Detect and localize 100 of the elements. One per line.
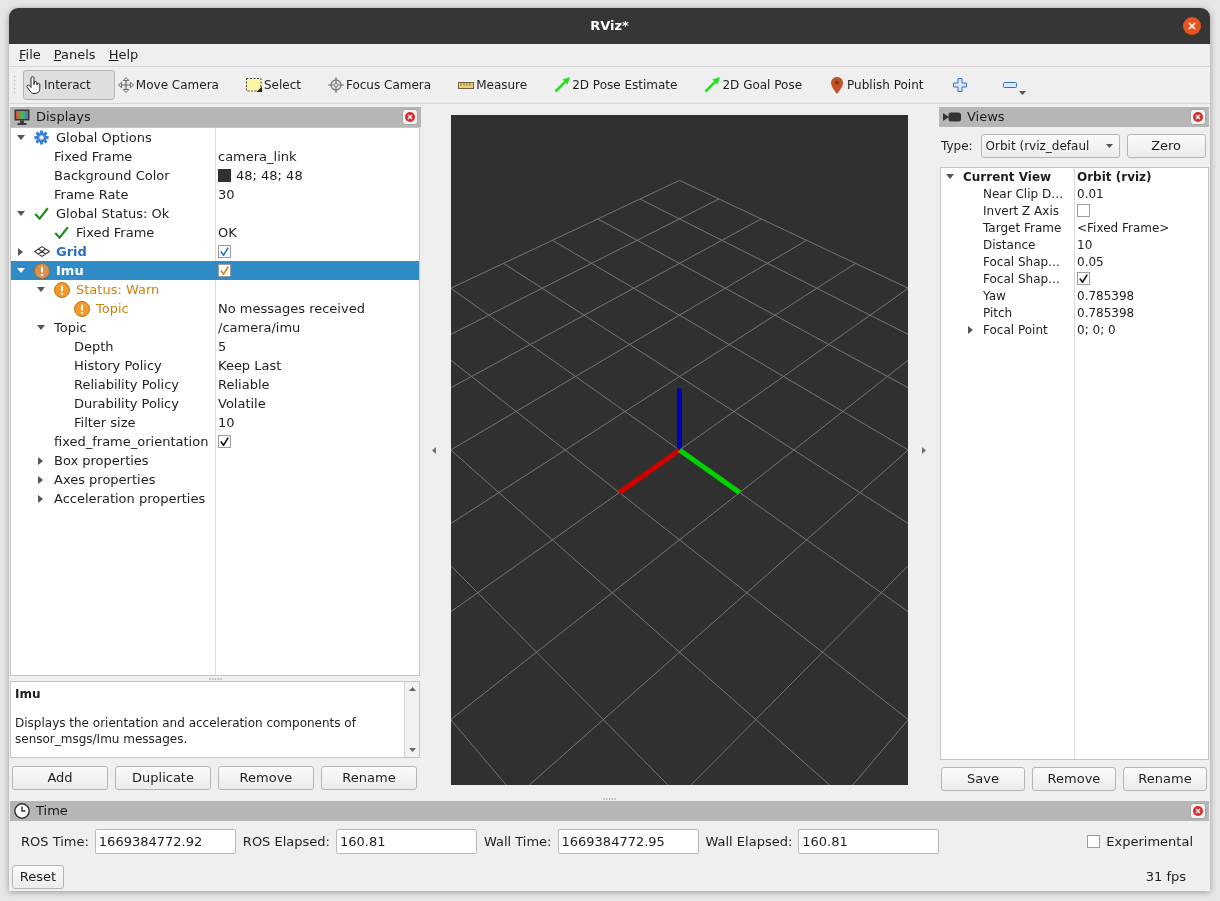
tree-item-label[interactable]: Distance bbox=[983, 235, 1036, 254]
caret-down-icon[interactable] bbox=[36, 287, 45, 292]
tree-row[interactable]: Imu bbox=[11, 261, 419, 280]
caret-down-icon bbox=[1105, 144, 1113, 148]
property-value: Keep Last bbox=[218, 356, 282, 375]
caret-right-icon[interactable] bbox=[967, 325, 973, 334]
tree-item-label[interactable]: Focal Shap… bbox=[983, 252, 1061, 271]
tree-item-label[interactable]: Yaw bbox=[983, 286, 1006, 305]
tree-item-label[interactable]: Depth bbox=[74, 336, 114, 357]
tree-item-label[interactable]: Box properties bbox=[54, 450, 149, 471]
dashed-rectangle-icon bbox=[245, 78, 262, 92]
tree-item-label[interactable]: Fixed Frame bbox=[54, 146, 133, 167]
scrollbar[interactable] bbox=[404, 682, 419, 757]
caret-down-icon[interactable] bbox=[16, 211, 25, 216]
tree-item-label[interactable]: Durability Policy bbox=[74, 393, 179, 414]
property-value: 0.785398 bbox=[1077, 287, 1135, 305]
tree-item-label[interactable]: Filter size bbox=[74, 412, 136, 433]
menu-item[interactable]: Help bbox=[108, 45, 139, 65]
panel-button[interactable]: Duplicate bbox=[115, 766, 211, 790]
tool-button[interactable]: Move Camera bbox=[114, 70, 243, 100]
tree-item-label[interactable]: Reliability Policy bbox=[74, 374, 180, 395]
checkmark-icon bbox=[1079, 274, 1088, 283]
tree-item-label[interactable]: Global Options bbox=[56, 128, 152, 148]
checkbox[interactable] bbox=[218, 264, 231, 277]
caret-right-icon[interactable] bbox=[38, 494, 43, 503]
tree-item-label[interactable]: Fixed Frame bbox=[76, 222, 155, 243]
tree-item-label[interactable]: Background Color bbox=[54, 165, 170, 186]
move-arrows-icon bbox=[117, 77, 134, 93]
zero-button[interactable]: Zero bbox=[1126, 134, 1206, 158]
tree-item-label[interactable]: fixed_frame_orientation bbox=[54, 431, 209, 452]
description-title: Imu bbox=[15, 686, 42, 702]
time-field[interactable]: 1669384772.95 bbox=[557, 829, 699, 854]
caret-down-icon[interactable] bbox=[946, 174, 954, 179]
splitter-handle[interactable] bbox=[209, 677, 222, 680]
scroll-up-icon[interactable] bbox=[408, 687, 416, 691]
tree-item-label[interactable]: Pitch bbox=[983, 303, 1013, 322]
tree-item-label[interactable]: Current View bbox=[963, 168, 1052, 186]
tree-item-label[interactable]: Target Frame bbox=[983, 218, 1062, 237]
tool-button[interactable]: 2D Pose Estimate bbox=[551, 70, 702, 100]
menu-item[interactable]: Panels bbox=[53, 45, 96, 65]
tree-item-label[interactable]: Topic bbox=[54, 317, 87, 338]
tree-item-label[interactable]: Focal Point bbox=[983, 320, 1048, 339]
property-value: Volatile bbox=[218, 394, 266, 413]
panel-button[interactable]: Rename bbox=[1123, 767, 1207, 791]
caret-down-icon[interactable] bbox=[16, 135, 25, 140]
experimental-checkbox[interactable]: Experimental bbox=[1087, 831, 1193, 852]
tool-button[interactable]: 2D Goal Pose bbox=[701, 70, 827, 100]
close-icon[interactable] bbox=[1183, 17, 1201, 35]
caret-right-icon[interactable] bbox=[38, 456, 43, 465]
panel-button[interactable]: Save bbox=[941, 767, 1025, 791]
tree-item-label[interactable]: Focal Shap… bbox=[983, 269, 1061, 288]
tool-button[interactable]: Select bbox=[242, 70, 325, 100]
reset-button[interactable]: Reset bbox=[12, 865, 64, 889]
checkbox-icon[interactable] bbox=[1087, 835, 1101, 848]
time-field[interactable]: 160.81 bbox=[798, 829, 940, 854]
tool-button[interactable]: Interact bbox=[23, 70, 115, 100]
time-field[interactable]: 1669384772.92 bbox=[94, 829, 236, 854]
caret-down-icon[interactable] bbox=[36, 325, 45, 330]
tree-item-label[interactable]: History Policy bbox=[74, 355, 162, 376]
hand-icon bbox=[26, 76, 42, 94]
caret-right-icon[interactable] bbox=[18, 247, 23, 256]
tree-item-label[interactable]: Near Clip D… bbox=[983, 184, 1064, 203]
tree-item-label[interactable]: Frame Rate bbox=[54, 184, 129, 205]
type-dropdown[interactable]: Orbit (rviz_defaul bbox=[980, 134, 1120, 158]
panel-title: Displays bbox=[36, 108, 91, 127]
panel-button[interactable]: Remove bbox=[218, 766, 314, 790]
scroll-down-icon[interactable] bbox=[408, 748, 416, 752]
tool-button[interactable]: Measure bbox=[455, 70, 552, 100]
tool-button[interactable]: Focus Camera bbox=[324, 70, 456, 100]
minus-icon[interactable] bbox=[1003, 82, 1018, 88]
panel-button[interactable]: Rename bbox=[321, 766, 417, 790]
plus-icon[interactable] bbox=[953, 78, 968, 92]
caret-down-icon[interactable] bbox=[16, 268, 25, 273]
menu-item[interactable]: File bbox=[19, 45, 41, 65]
checkmark-icon bbox=[220, 247, 229, 256]
time-field[interactable]: 160.81 bbox=[335, 829, 477, 854]
tree-item-label[interactable]: Acceleration properties bbox=[54, 488, 206, 509]
tree-item-label[interactable]: Axes properties bbox=[54, 469, 156, 490]
property-value: 0.05 bbox=[1077, 253, 1104, 271]
tool-button[interactable]: Publish Point bbox=[826, 70, 948, 100]
panel-button[interactable]: Add bbox=[12, 766, 108, 790]
property-value: 5 bbox=[218, 337, 227, 356]
caret-right-icon[interactable] bbox=[38, 475, 43, 484]
property-value: 10 bbox=[218, 413, 235, 432]
splitter-handle[interactable] bbox=[603, 798, 616, 800]
panel-title: Views bbox=[967, 108, 1005, 127]
color-swatch[interactable] bbox=[218, 169, 231, 182]
property-value: Reliable bbox=[218, 375, 270, 394]
expand-arrow-icon[interactable] bbox=[921, 447, 926, 454]
checkbox[interactable] bbox=[1077, 204, 1090, 217]
checkbox[interactable] bbox=[218, 435, 231, 448]
collapse-arrow-icon[interactable] bbox=[432, 447, 436, 454]
checkbox[interactable] bbox=[1077, 272, 1090, 285]
panel-button[interactable]: Remove bbox=[1032, 767, 1116, 791]
tree-item-label[interactable]: Grid bbox=[56, 241, 87, 262]
tree-item-label[interactable]: Imu bbox=[56, 260, 84, 281]
caret-down-icon[interactable] bbox=[1019, 91, 1027, 95]
tree-item-label[interactable]: Invert Z Axis bbox=[983, 201, 1059, 220]
checkbox[interactable] bbox=[218, 245, 231, 258]
tree-item-label[interactable]: Global Status: Ok bbox=[56, 203, 170, 224]
